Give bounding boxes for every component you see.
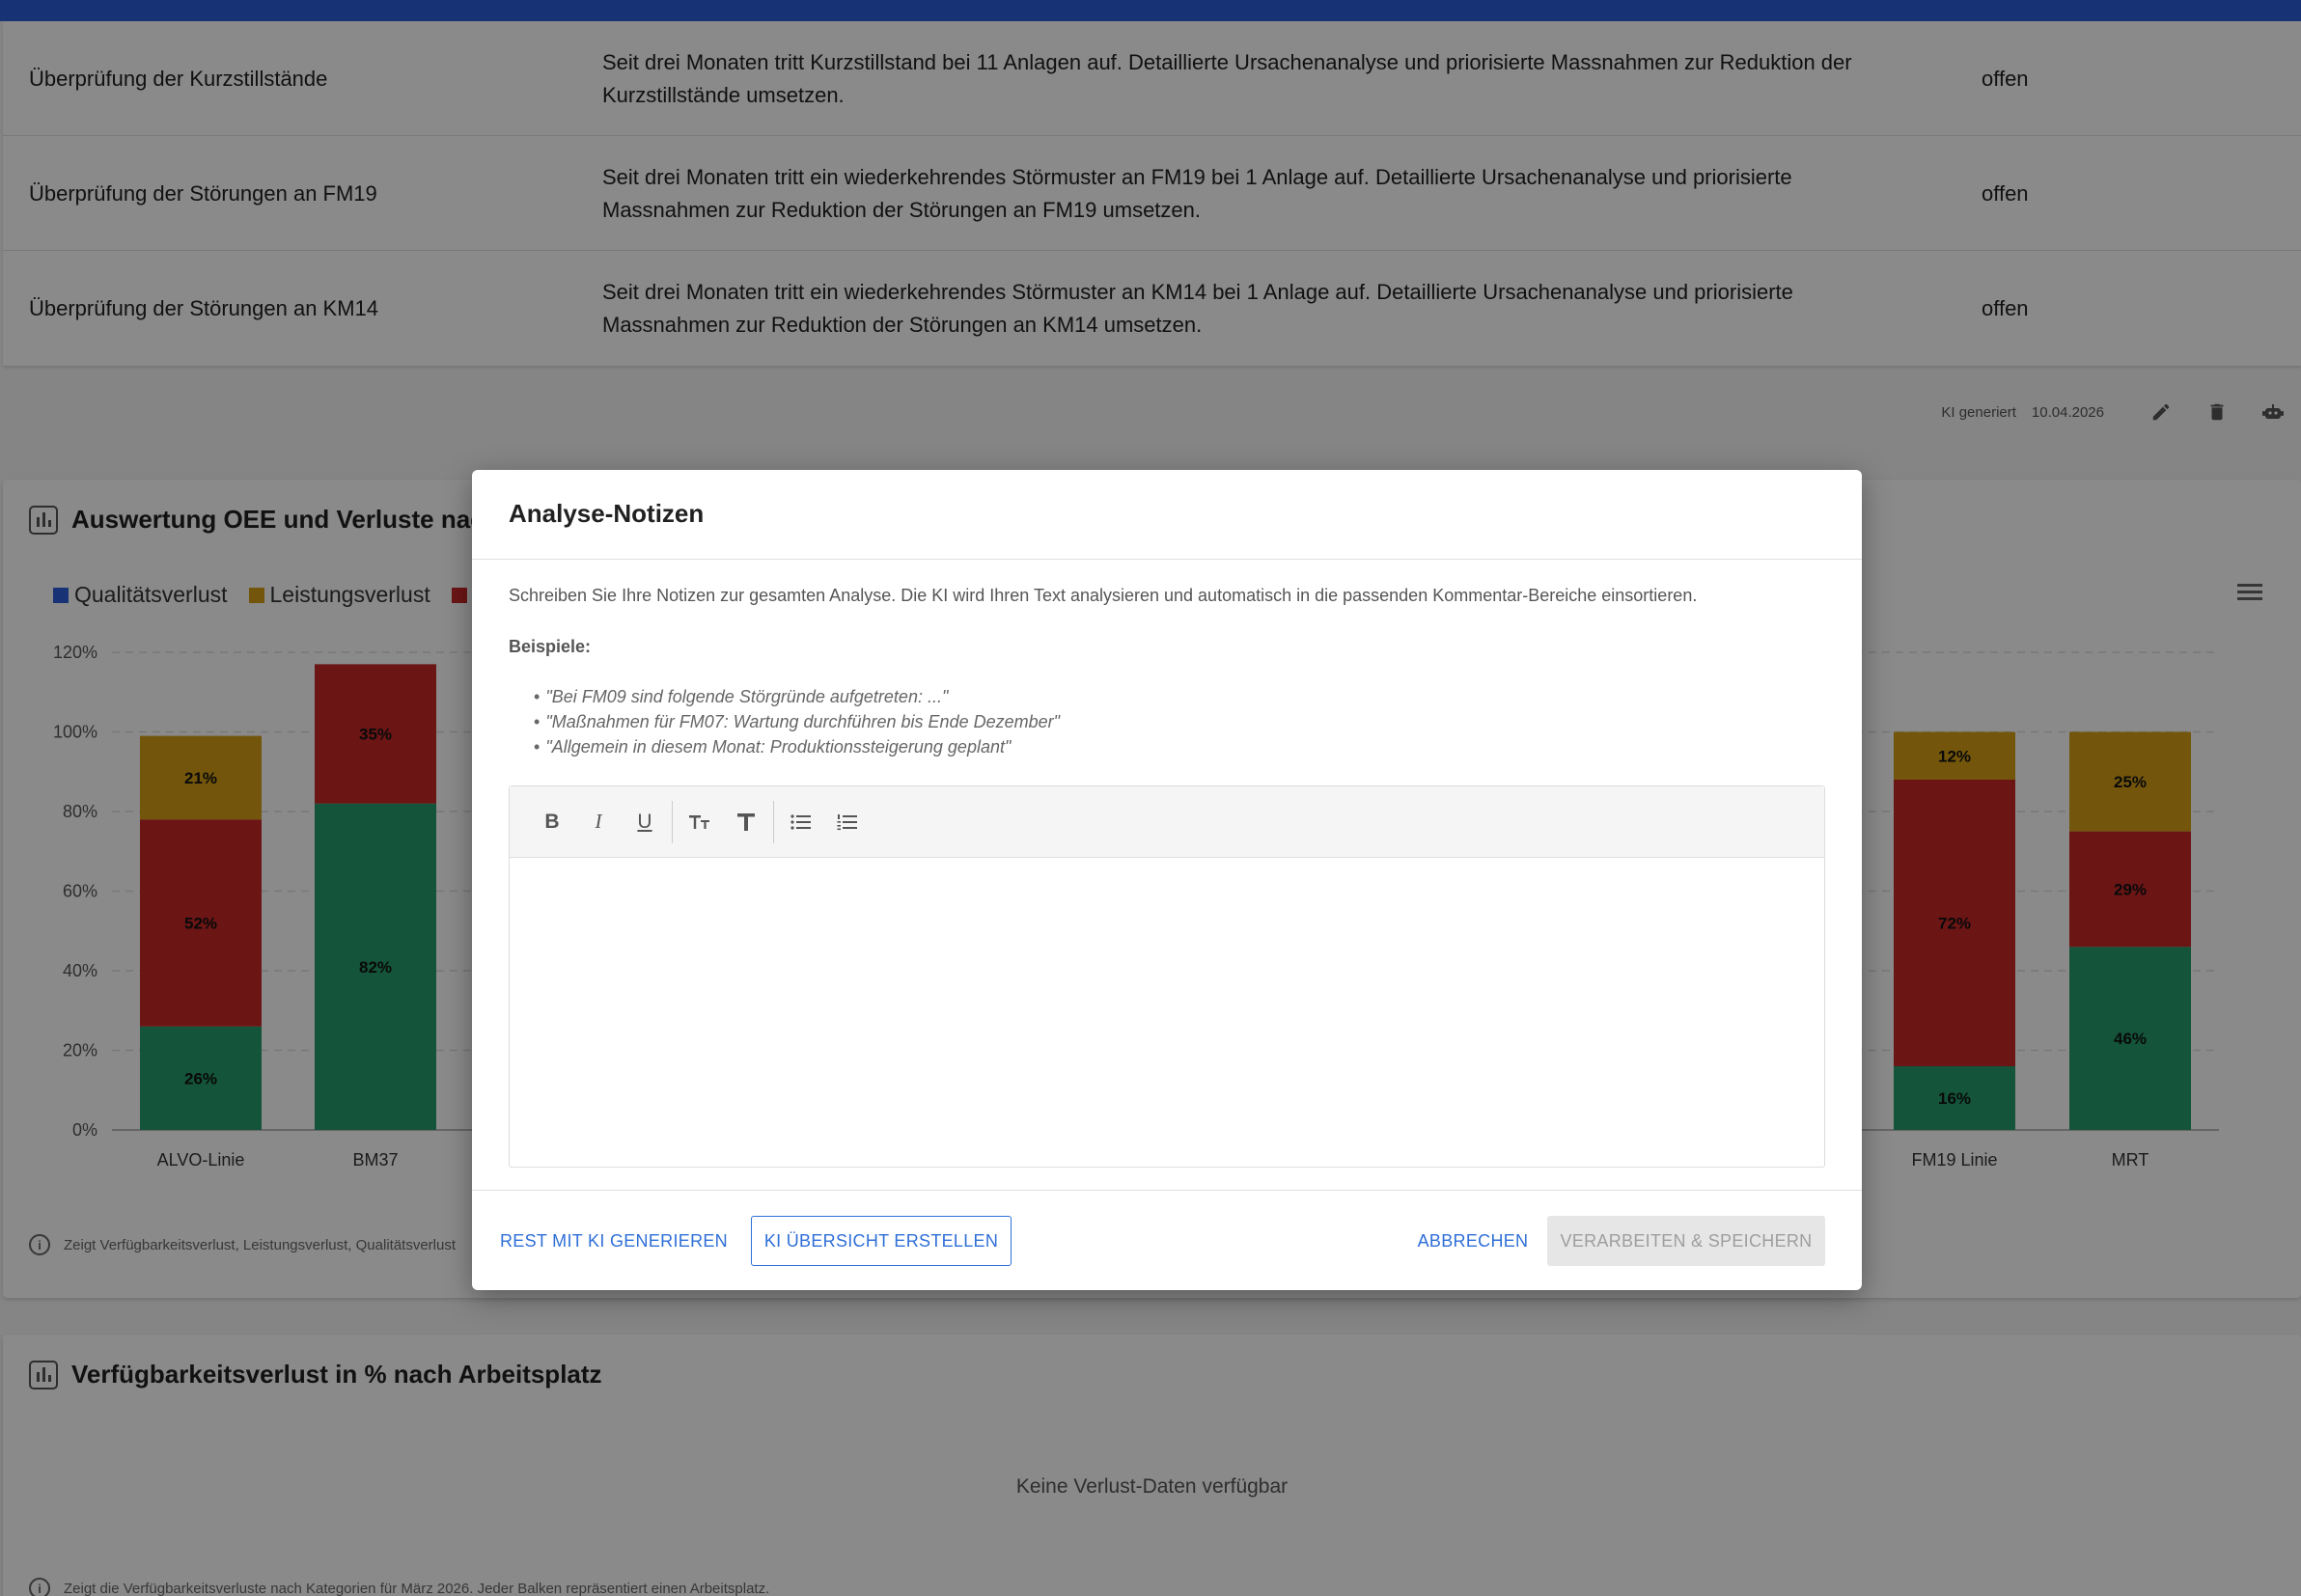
text-size-icon <box>689 814 709 829</box>
bold-button[interactable]: B <box>529 801 575 843</box>
heading-button[interactable] <box>723 801 769 843</box>
italic-button[interactable]: I <box>575 801 622 843</box>
cancel-button[interactable]: ABBRECHEN <box>1410 1216 1536 1266</box>
divider <box>472 559 1862 560</box>
italic-icon: I <box>595 810 602 833</box>
dialog-intro: Schreiben Sie Ihre Notizen zur gesamten … <box>509 586 1698 605</box>
create-overview-button[interactable]: KI ÜBERSICHT ERSTELLEN <box>751 1216 1012 1266</box>
toolbar-separator <box>773 800 774 843</box>
underline-button[interactable]: U <box>622 801 668 843</box>
bold-icon: B <box>544 810 560 833</box>
dialog-footer: REST MIT KI GENERIEREN KI ÜBERSICHT ERST… <box>472 1216 1862 1290</box>
example-item: "Bei FM09 sind folgende Störgründe aufge… <box>534 684 1060 709</box>
examples-label: Beispiele: <box>509 637 592 656</box>
numbered-list-button[interactable] <box>824 801 871 843</box>
divider <box>472 1190 1862 1191</box>
underline-icon: U <box>637 810 652 833</box>
dialog-title: Analyse-Notizen <box>509 499 705 528</box>
editor-toolbar: B I U <box>510 786 1824 858</box>
bullet-list-button[interactable] <box>778 801 824 843</box>
bullet-list-icon <box>790 813 811 830</box>
process-save-button[interactable]: VERARBEITEN & SPEICHERN <box>1547 1216 1825 1266</box>
numbered-list-icon <box>837 813 857 830</box>
text-size-button[interactable] <box>677 801 723 843</box>
example-item: "Allgemein in diesem Monat: Produktionss… <box>534 734 1060 759</box>
rich-text-editor: B I U <box>509 785 1825 1168</box>
examples-list: "Bei FM09 sind folgende Störgründe aufge… <box>534 684 1060 759</box>
notes-editor-area[interactable] <box>510 858 1824 1167</box>
example-item: "Maßnahmen für FM07: Wartung durchführen… <box>534 709 1060 734</box>
analysis-notes-dialog: Analyse-Notizen Schreiben Sie Ihre Notiz… <box>472 470 1862 1290</box>
generate-rest-button[interactable]: REST MIT KI GENERIEREN <box>493 1216 735 1266</box>
heading-icon <box>737 812 755 831</box>
toolbar-separator <box>672 800 673 843</box>
